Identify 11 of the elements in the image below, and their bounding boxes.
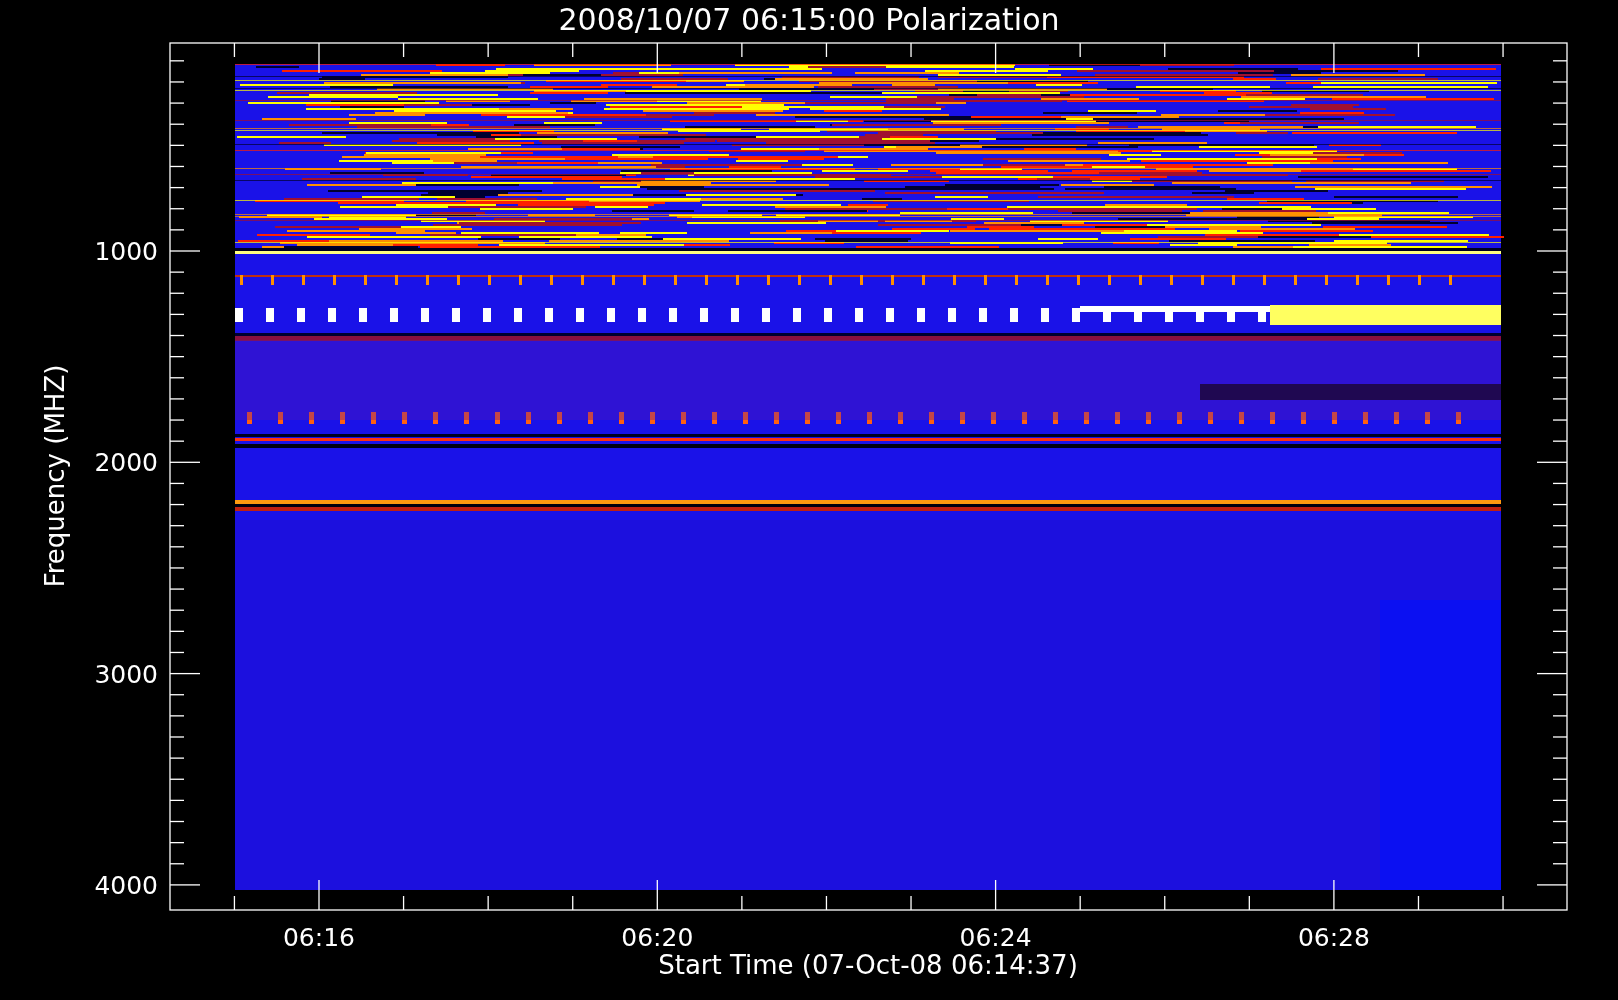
tick-label: 06:16 [283,923,355,952]
tick-label: 06:20 [621,923,694,952]
tick-label: 06:24 [959,923,1032,952]
tick-label: 06:28 [1297,923,1370,952]
axis-label: Frequency (MHZ) [40,364,70,588]
tick-label: 3000 [94,659,158,689]
tick-label: 2000 [94,448,158,478]
tick-label: 4000 [94,870,158,900]
axis-label: Start Time (07-Oct-08 06:14:37) [658,950,1078,980]
plot-title: 2008/10/07 06:15:00 Polarization [558,2,1060,37]
tick-label: 1000 [94,237,158,266]
